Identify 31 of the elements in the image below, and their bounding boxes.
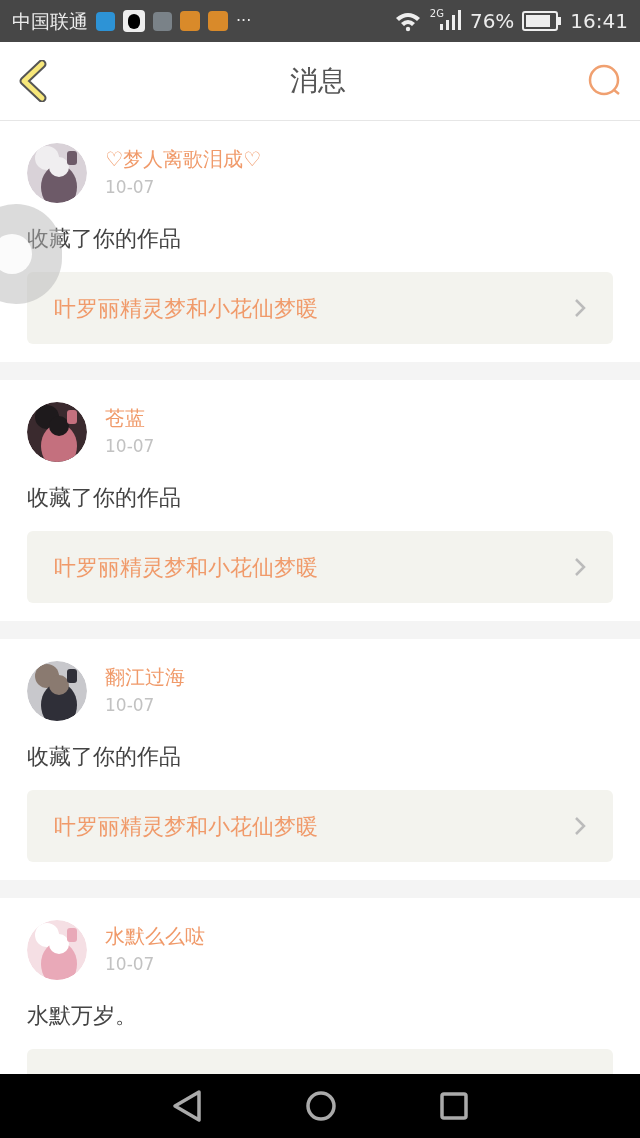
- message-text: 收藏了你的作品: [27, 484, 182, 512]
- chevron-icon: [574, 816, 586, 836]
- message-date: 10-07: [105, 435, 155, 458]
- network-label: 2G: [429, 7, 444, 21]
- message-date: 10-07: [105, 176, 156, 199]
- message-date: 10-07: [105, 694, 156, 717]
- recents-nav-button[interactable]: [439, 1091, 469, 1121]
- page-title: 消息: [290, 63, 346, 99]
- work-link[interactable]: 叶罗丽精灵梦和小花仙梦暖: [27, 272, 613, 344]
- user-name[interactable]: 翻江过海: [105, 663, 185, 691]
- app-icon: [180, 11, 200, 31]
- chevron-icon: [574, 298, 586, 318]
- clock: 16:41: [570, 8, 628, 35]
- app-icon: [96, 11, 115, 31]
- work-link[interactable]: 叶罗丽精灵梦和小花仙梦暖: [27, 531, 613, 603]
- user-name[interactable]: ♡梦人离歌泪成♡: [105, 145, 261, 173]
- work-link[interactable]: 叶罗丽精灵梦和小花仙梦暖: [27, 790, 613, 862]
- app-icon: [208, 11, 228, 31]
- user-name[interactable]: 水默么么哒: [105, 922, 205, 950]
- back-nav-button[interactable]: [171, 1089, 203, 1123]
- message-text: 收藏了你的作品: [27, 225, 182, 253]
- more-indicator: ···: [236, 10, 252, 32]
- chevron-icon: [574, 557, 586, 577]
- user-name[interactable]: 苍蓝: [105, 404, 155, 432]
- message-text: 收藏了你的作品: [27, 743, 182, 771]
- message-text: 水默万岁。: [27, 1002, 138, 1030]
- carrier-label: 中国联通: [12, 8, 88, 34]
- battery-icon: [522, 11, 563, 31]
- message-date: 10-07: [105, 953, 156, 976]
- home-nav-button[interactable]: [305, 1090, 337, 1122]
- battery-percent: 76%: [469, 8, 515, 35]
